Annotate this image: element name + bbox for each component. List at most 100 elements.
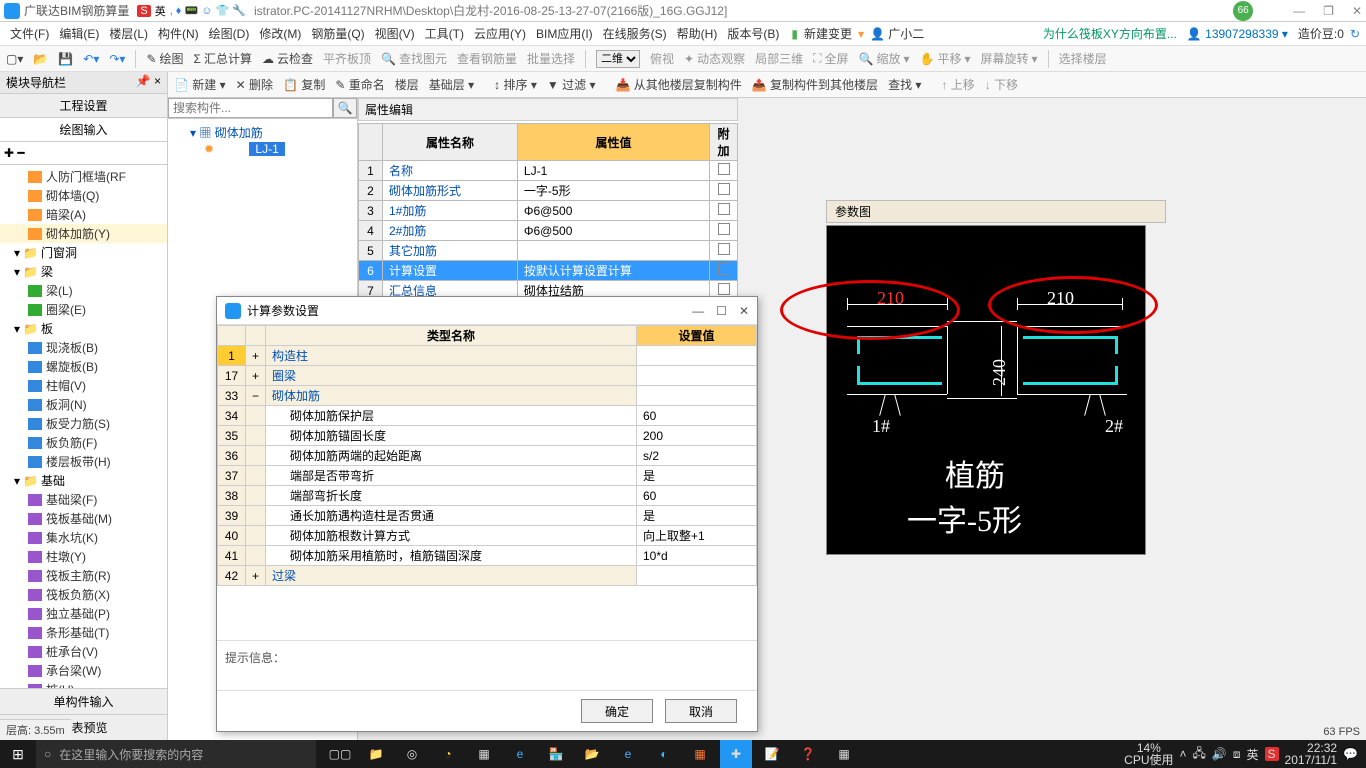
tb-pan[interactable]: ✋ 平移 ▾ — [920, 50, 971, 67]
search-button[interactable]: 🔍 — [333, 98, 357, 118]
tree-item[interactable]: 独立基础(P) — [0, 604, 167, 623]
tb-cloud-check[interactable]: ☁ 云检查 — [262, 50, 313, 67]
menu-modify[interactable]: 修改(M) — [255, 23, 305, 44]
param-row[interactable]: 35砌体加筋锚固长度200 — [218, 426, 757, 446]
property-row[interactable]: 6计算设置按默认计算设置计算 — [359, 261, 738, 281]
menu-new-change[interactable]: 新建变更 — [800, 23, 856, 44]
start-button[interactable]: ⊞ — [0, 746, 36, 763]
tray-up-icon[interactable]: ˄ — [1180, 747, 1187, 761]
tb-zoom[interactable]: 🔍 缩放 ▾ — [859, 50, 910, 67]
tb2-filter[interactable]: ▼ 过滤 ▾ — [547, 76, 596, 93]
tb-select-floor[interactable]: 选择楼层 — [1059, 50, 1107, 67]
ime-badge[interactable]: S — [137, 5, 150, 17]
property-row[interactable]: 2砌体加筋形式一字-5形 — [359, 181, 738, 201]
tray-net-icon[interactable]: 🖧 — [1193, 744, 1206, 765]
tb-align-top[interactable]: 平齐板顶 — [323, 50, 371, 67]
menu-help[interactable]: 帮助(H) — [673, 23, 722, 44]
taskbar-edge[interactable]: e — [504, 740, 536, 768]
tray-clock[interactable]: 22:32 2017/11/1 — [1285, 742, 1338, 766]
user-label[interactable]: 👤 广小二 — [866, 23, 928, 44]
param-row[interactable]: 34砌体加筋保护层60 — [218, 406, 757, 426]
tree-item[interactable]: 承台梁(W) — [0, 661, 167, 680]
taskbar-app-9[interactable]: 📝 — [756, 740, 788, 768]
tree-item[interactable]: 砌体墙(Q) — [0, 186, 167, 205]
tb2-copy-from[interactable]: 📥 从其他楼层复制构件 — [615, 76, 741, 93]
tree-item[interactable]: ▾ 📁 门窗洞 — [0, 243, 167, 262]
tree-child-selected[interactable]: LJ-1 — [249, 142, 284, 156]
tab-project-settings[interactable]: 工程设置 — [0, 94, 167, 118]
tree-item[interactable]: 筏板基础(M) — [0, 509, 167, 528]
tb2-floor[interactable]: 楼层 — [395, 76, 419, 93]
refresh-icon[interactable]: ↻ — [1350, 27, 1360, 41]
tb2-sort[interactable]: ↕ 排序 ▾ — [494, 76, 537, 93]
tray-ime[interactable]: S — [1265, 747, 1279, 761]
tray-lang[interactable]: 英 — [1247, 746, 1259, 763]
tree-item[interactable]: 板洞(N) — [0, 395, 167, 414]
tree-item[interactable]: 暗梁(A) — [0, 205, 167, 224]
taskbar-app-6[interactable]: ◐ — [648, 740, 680, 768]
menu-version[interactable]: 版本号(B) — [723, 23, 783, 44]
tree-item[interactable]: 柱帽(V) — [0, 376, 167, 395]
menu-tool[interactable]: 工具(T) — [421, 23, 468, 44]
tb-find-elem[interactable]: 🔍 查找图元 — [381, 50, 447, 67]
search-input[interactable] — [168, 98, 333, 118]
menu-cloud[interactable]: 云应用(Y) — [470, 23, 530, 44]
tb-orbit[interactable]: ✦ 动态观察 — [684, 50, 745, 67]
taskbar-app-4[interactable]: ▦ — [468, 740, 500, 768]
tb2-move-down[interactable]: ↓ 下移 — [985, 76, 1018, 93]
param-row[interactable]: 1+构造柱 — [218, 346, 757, 366]
ime-lang[interactable]: 英 — [155, 3, 166, 19]
tree-item[interactable]: 柱墩(Y) — [0, 547, 167, 566]
param-row[interactable]: 36砌体加筋两端的起始距离s/2 — [218, 446, 757, 466]
tab-single-input[interactable]: 单构件输入 — [0, 688, 167, 714]
taskbar-app-11[interactable]: ▦ — [828, 740, 860, 768]
redo-icon[interactable]: ↷▾ — [109, 52, 125, 66]
tb2-rename[interactable]: ✎ 重命名 — [335, 76, 384, 93]
tb2-base-floor[interactable]: 基础层 ▾ — [429, 76, 474, 93]
menu-online[interactable]: 在线服务(S) — [599, 23, 671, 44]
phone-label[interactable]: 👤 13907298339 ▾ — [1183, 25, 1292, 43]
tree-item[interactable]: ▾ 📁 板 — [0, 319, 167, 338]
param-row[interactable]: 33−砌体加筋 — [218, 386, 757, 406]
menu-draw[interactable]: 绘图(D) — [205, 23, 254, 44]
tree-item[interactable]: 砌体加筋(Y) — [0, 224, 167, 243]
tb-rotate[interactable]: 屏幕旋转 ▾ — [981, 50, 1038, 67]
menu-edit[interactable]: 编辑(E) — [55, 23, 103, 44]
property-row[interactable]: 5其它加筋 — [359, 241, 738, 261]
param-row[interactable]: 40砌体加筋根数计算方式向上取整+1 — [218, 526, 757, 546]
taskbar-ie[interactable]: e — [612, 740, 644, 768]
tb-top-view[interactable]: 俯视 — [650, 50, 674, 67]
taskbar-app-1[interactable]: 📁 — [360, 740, 392, 768]
tb-draw[interactable]: ✎绘图 — [146, 50, 183, 67]
close-icon[interactable]: ✕ — [1352, 4, 1362, 18]
menu-bim[interactable]: BIM应用(I) — [532, 23, 597, 44]
tree-item[interactable]: 集水坑(K) — [0, 528, 167, 547]
property-table[interactable]: 属性名称 属性值 附加 1名称LJ-12砌体加筋形式一字-5形31#加筋Φ6@5… — [358, 123, 738, 301]
param-row[interactable]: 38端部弯折长度60 — [218, 486, 757, 506]
tree-root[interactable]: ▾ ▦ 砌体加筋 — [172, 123, 353, 142]
param-row[interactable]: 42+过梁 — [218, 566, 757, 586]
dock-nav-icons[interactable]: ✚ ━ — [0, 142, 167, 165]
ime-toolbar[interactable]: S 英 , ♦ 📟 ☺ 👕 🔧 — [137, 3, 246, 19]
ok-button[interactable]: 确定 — [581, 699, 653, 723]
taskbar-app-5[interactable]: 📂 — [576, 740, 608, 768]
tb-view-rebar[interactable]: 查看钢筋量 — [457, 50, 517, 67]
property-row[interactable]: 42#加筋Φ6@500 — [359, 221, 738, 241]
tree-item[interactable]: 梁(L) — [0, 281, 167, 300]
tree-item[interactable]: 人防门框墙(RF — [0, 167, 167, 186]
taskbar-app-2[interactable]: ◎ — [396, 740, 428, 768]
notification-badge[interactable]: 66 — [1233, 1, 1253, 21]
property-row[interactable]: 1名称LJ-1 — [359, 161, 738, 181]
tray-vol-icon[interactable]: 🔊 — [1212, 747, 1227, 761]
tb-local-3d[interactable]: 局部三维 — [755, 50, 803, 67]
menu-file[interactable]: 文件(F) — [6, 23, 53, 44]
tree-item[interactable]: 桩承台(V) — [0, 642, 167, 661]
tray-bt-icon[interactable]: ⧈ — [1233, 747, 1241, 762]
tree-item[interactable]: 楼层板带(H) — [0, 452, 167, 471]
tab-draw-input[interactable]: 绘图输入 — [0, 118, 167, 142]
open-icon[interactable]: 📂 — [33, 52, 48, 66]
component-tree[interactable]: 人防门框墙(RF砌体墙(Q)暗梁(A)砌体加筋(Y)▾ 📁 门窗洞▾ 📁 梁梁(… — [0, 165, 167, 688]
menu-view[interactable]: 视图(V) — [371, 23, 419, 44]
tb2-move-up[interactable]: ↑ 上移 — [941, 76, 974, 93]
task-view-icon[interactable]: ▢▢ — [324, 740, 356, 768]
